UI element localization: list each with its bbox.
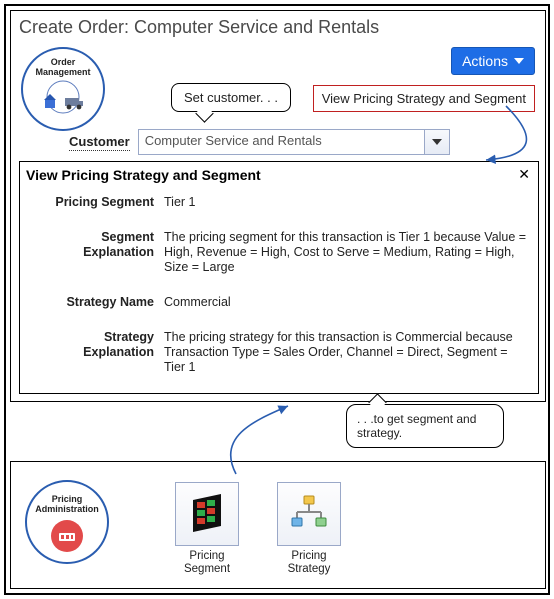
order-management-badge-line2: Management [35,67,90,77]
pricing-administration-panel: Pricing Administration [10,461,546,589]
callout-get-segment-strategy-text: . . .to get segment and strategy. [357,412,476,440]
pricing-segment-tile-line2: Segment [184,563,230,575]
customer-select-arrow[interactable] [424,130,449,154]
strategy-name-value: Commercial [164,295,528,310]
dialog-close-button[interactable]: ✕ [516,166,532,183]
strategy-explanation-value: The pricing strategy for this transactio… [164,330,528,375]
page-title: Create Order: Computer Service and Renta… [11,11,545,42]
view-pricing-strategy-dialog: View Pricing Strategy and Segment ✕ Pric… [19,161,539,394]
pricing-strategy-tile-line1: Pricing [291,550,326,562]
chevron-down-icon [514,58,524,64]
order-management-badge: Order Management [21,47,105,131]
menu-item-view-pricing-strategy[interactable]: View Pricing Strategy and Segment [313,85,535,112]
strategy-explanation-label: Strategy Explanation [30,330,154,375]
pricing-strategy-tile-line2: Strategy [288,563,331,575]
callout-set-customer-text: Set customer. . . [184,90,278,105]
pricing-segment-label: Pricing Segment [30,195,154,210]
customer-label: Customer [69,134,130,151]
pricing-strategy-icon [277,482,341,546]
dialog-title: View Pricing Strategy and Segment [26,167,261,183]
pricing-administration-badge-line1: Pricing [52,494,83,504]
pricing-segment-tile[interactable]: Pricing Segment [171,482,243,576]
callout-get-segment-strategy: . . .to get segment and strategy. [346,404,504,448]
actions-button-label: Actions [462,53,508,69]
order-management-panel: Create Order: Computer Service and Renta… [10,10,546,402]
actions-button[interactable]: Actions [451,47,535,75]
customer-select[interactable]: Computer Service and Rentals [138,129,450,155]
pricing-segment-tile-line1: Pricing [189,550,224,562]
callout-set-customer: Set customer. . . [171,83,291,112]
segment-explanation-label: Segment Explanation [30,230,154,275]
customer-row: Customer Computer Service and Rentals [69,129,539,155]
customer-select-value: Computer Service and Rentals [139,130,424,154]
pricing-segment-icon [175,482,239,546]
pricing-administration-badge-line2: Administration [35,504,99,514]
pricing-segment-value: Tier 1 [164,195,528,210]
strategy-name-label: Strategy Name [30,295,154,310]
segment-explanation-value: The pricing segment for this transaction… [164,230,528,275]
pricing-administration-badge: Pricing Administration [25,480,109,564]
chevron-down-icon [432,139,442,145]
pricing-strategy-tile[interactable]: Pricing Strategy [273,482,345,576]
order-management-icon [35,80,91,114]
order-management-badge-line1: Order [51,57,76,67]
pricing-admin-icon [51,520,83,552]
menu-item-view-pricing-strategy-label: View Pricing Strategy and Segment [322,91,526,106]
